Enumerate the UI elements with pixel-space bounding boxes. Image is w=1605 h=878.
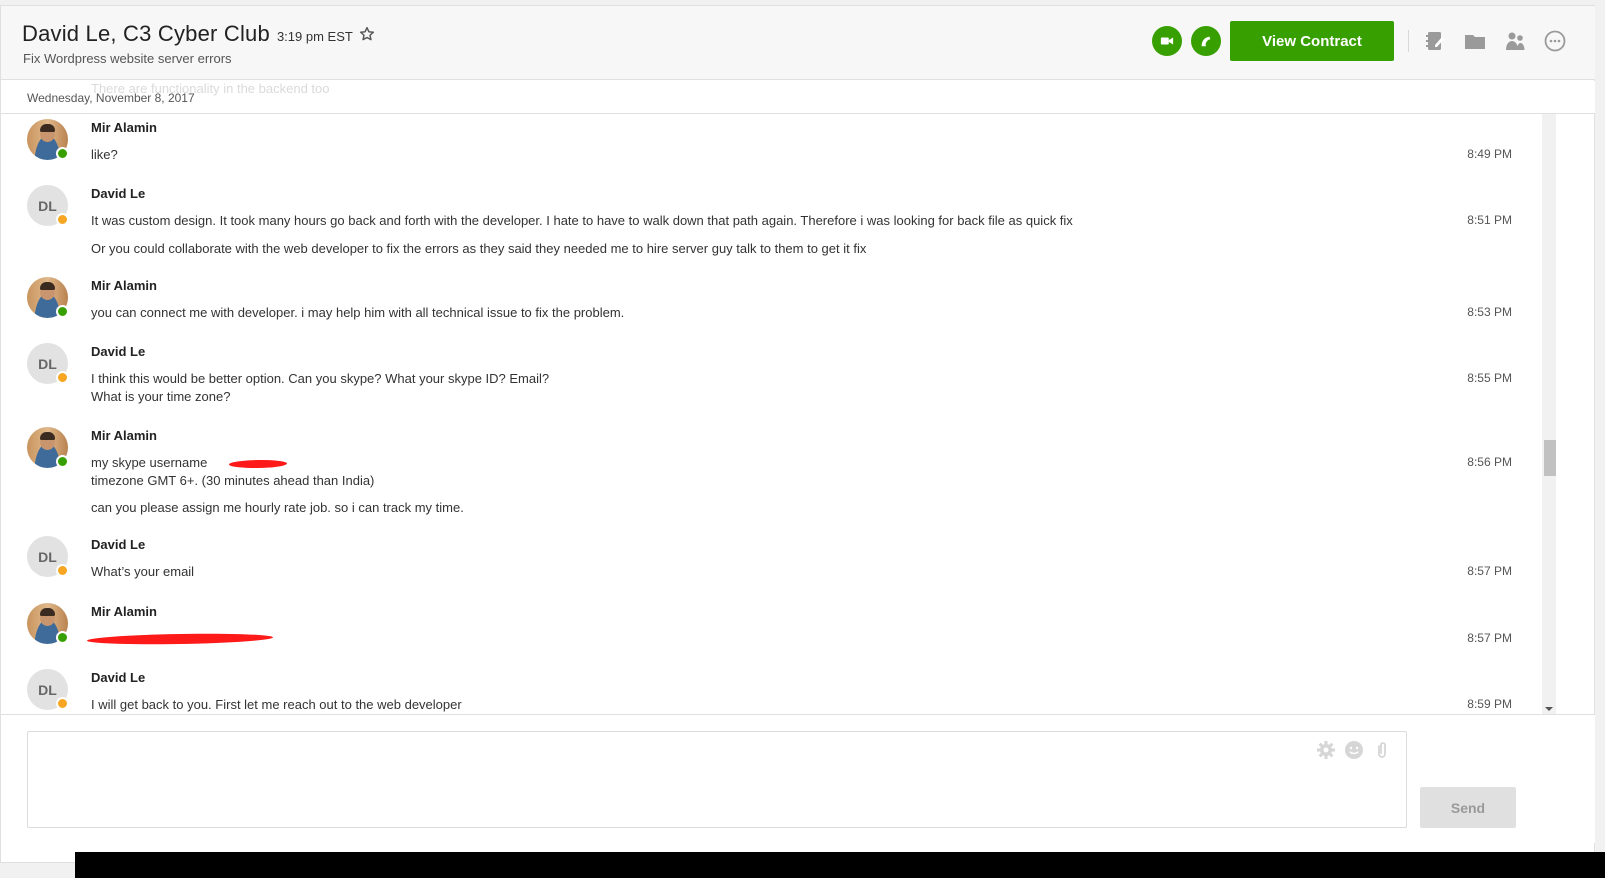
- message-time: 8:56 PM: [1467, 455, 1512, 469]
- message-time: 8:57 PM: [1467, 564, 1512, 578]
- video-call-icon: [1160, 37, 1174, 45]
- message-time: 8:53 PM: [1467, 305, 1512, 319]
- message-scrollbar[interactable]: [1542, 114, 1556, 714]
- message-input[interactable]: [27, 731, 1407, 828]
- folder-icon: [1465, 35, 1485, 49]
- notes-icon: [1426, 32, 1444, 50]
- people-icon: [1506, 32, 1525, 50]
- message-text: you can connect me with developer. i may…: [91, 305, 625, 320]
- avatar[interactable]: [27, 603, 69, 644]
- avatar[interactable]: DL: [27, 669, 69, 710]
- sender-name: Mir Alamin: [91, 278, 157, 293]
- phone-call-button[interactable]: [1191, 26, 1221, 56]
- message-text: What is your time zone?: [91, 389, 231, 404]
- avatar[interactable]: [27, 119, 69, 160]
- taskbar-strip: [75, 852, 1605, 878]
- sender-name: Mir Alamin: [91, 428, 157, 443]
- files-button[interactable]: [1461, 27, 1489, 55]
- room-title: David Le, C3 Cyber Club: [22, 21, 270, 46]
- online-status-dot: [56, 147, 69, 160]
- avatar[interactable]: DL: [27, 343, 69, 384]
- message-time: 8:55 PM: [1467, 371, 1512, 385]
- message-list: Mir Alamin like? 8:49 PM DL David Le It …: [1, 114, 1541, 714]
- avatar[interactable]: DL: [27, 536, 69, 577]
- sender-name: Mir Alamin: [91, 604, 157, 619]
- message-text: Or you could collaborate with the web de…: [91, 241, 867, 256]
- people-button[interactable]: [1501, 27, 1529, 55]
- message-composer: Send: [1, 714, 1595, 843]
- message-text: my skype username: [91, 455, 208, 470]
- online-status-dot: [56, 305, 69, 318]
- header-divider: [1408, 30, 1409, 52]
- sender-name: David Le: [91, 186, 146, 201]
- video-call-button[interactable]: [1152, 26, 1182, 56]
- messages-window: David Le, C3 Cyber Club 3:19 pm EST Fix …: [0, 5, 1595, 863]
- away-status-dot: [56, 564, 69, 577]
- send-button[interactable]: Send: [1420, 787, 1516, 828]
- message-text: like?: [91, 147, 118, 162]
- scroll-down-arrow-icon[interactable]: [1545, 707, 1553, 711]
- emoji-icon: [1345, 741, 1363, 759]
- online-status-dot: [56, 455, 69, 468]
- date-divider: There are functionality in the backend t…: [1, 81, 1595, 114]
- view-contract-button[interactable]: View Contract: [1230, 21, 1394, 61]
- avatar[interactable]: [27, 427, 69, 468]
- sender-name: Mir Alamin: [91, 120, 157, 135]
- redaction-mark: [228, 459, 288, 469]
- message-text: timezone GMT 6+. (30 minutes ahead than …: [91, 473, 375, 488]
- date-label: Wednesday, November 8, 2017: [27, 91, 195, 105]
- local-time: 3:19 pm EST: [276, 29, 353, 44]
- settings-icon: [1317, 741, 1335, 759]
- emoji-button[interactable]: [1344, 740, 1364, 760]
- avatar[interactable]: DL: [27, 185, 69, 226]
- scrollbar-thumb[interactable]: [1544, 440, 1556, 476]
- sender-name: David Le: [91, 670, 146, 685]
- attach-button[interactable]: [1372, 740, 1392, 760]
- message-text: What’s your email: [91, 564, 195, 579]
- sender-name: David Le: [91, 537, 146, 552]
- more-options-icon: [1544, 30, 1566, 52]
- sender-name: David Le: [91, 344, 146, 359]
- message-text: I will get back to you. First let me rea…: [91, 697, 462, 712]
- attach-icon: [1378, 742, 1386, 758]
- room-subtitle: Fix Wordpress website server errors: [23, 51, 232, 66]
- redaction-mark: [86, 632, 274, 646]
- away-status-dot: [56, 371, 69, 384]
- message-text: I think this would be better option. Can…: [91, 371, 550, 386]
- room-header: David Le, C3 Cyber Club 3:19 pm EST Fix …: [1, 6, 1595, 80]
- notes-button[interactable]: [1421, 27, 1449, 55]
- phone-call-icon: [1201, 36, 1211, 47]
- message-time: 8:59 PM: [1467, 697, 1512, 711]
- message-time: 8:57 PM: [1467, 631, 1512, 645]
- away-status-dot: [56, 697, 69, 710]
- settings-button[interactable]: [1316, 740, 1336, 760]
- message-text: It was custom design. It took many hours…: [91, 213, 1073, 228]
- more-options-button[interactable]: [1541, 27, 1569, 55]
- away-status-dot: [56, 213, 69, 226]
- message-time: 8:51 PM: [1467, 213, 1512, 227]
- online-status-dot: [56, 631, 69, 644]
- message-text: can you please assign me hourly rate job…: [91, 500, 464, 515]
- star-icon[interactable]: [359, 26, 375, 42]
- message-time: 8:49 PM: [1467, 147, 1512, 161]
- avatar[interactable]: [27, 277, 69, 318]
